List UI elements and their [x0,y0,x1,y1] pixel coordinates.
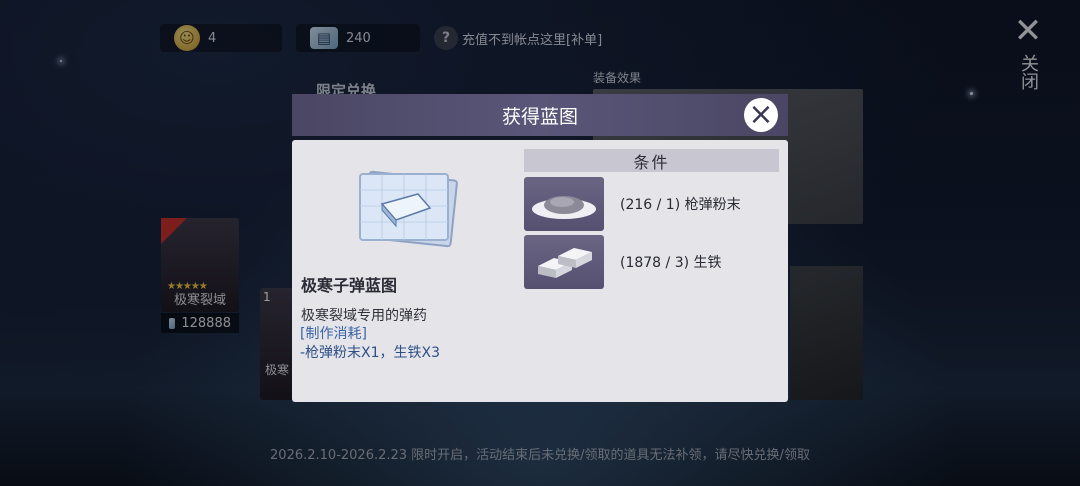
modal-close-button[interactable]: × [744,98,778,132]
craft-cost-title: [制作消耗] [300,326,367,342]
item-name: 极寒子弹蓝图 [301,276,398,295]
item-description: 极寒裂域专用的弹药 [301,308,427,324]
modal-header: 获得蓝图 × [292,94,788,136]
material-text: (1878 / 3) 生铁 [620,255,722,271]
craft-cost-detail: -枪弹粉末X1，生铁X3 [300,345,441,361]
conditions-header: 条件 [524,149,779,172]
powder-icon [524,177,604,231]
material-row: (1878 / 3) 生铁 [524,235,722,289]
iron-ingot-icon [524,235,604,289]
blueprint-icon [359,170,458,248]
modal-body: 极寒子弹蓝图 极寒裂域专用的弹药 [制作消耗] -枪弹粉末X1，生铁X3 条件 … [292,140,788,402]
close-icon: × [748,97,774,132]
material-row: (216 / 1) 枪弹粉末 [524,177,741,231]
modal-title: 获得蓝图 [501,105,578,128]
material-text: (216 / 1) 枪弹粉末 [620,197,741,213]
